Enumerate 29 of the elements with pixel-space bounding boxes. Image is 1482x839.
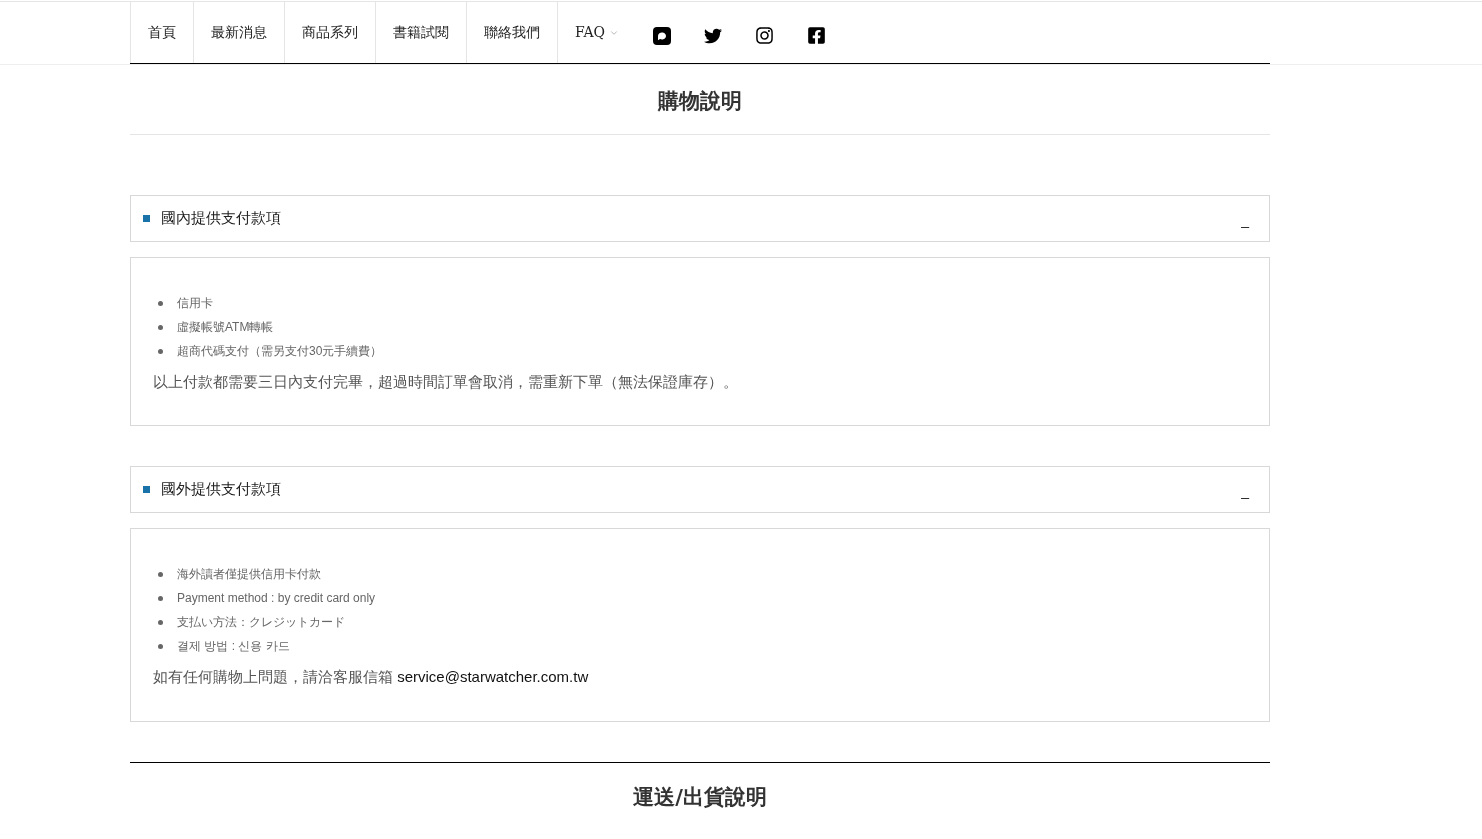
nav-link[interactable]: FAQ (557, 2, 637, 63)
chat-bubble-icon[interactable] (653, 26, 672, 45)
nav-link[interactable]: 書籍試閱 (375, 2, 466, 63)
facebook-icon[interactable] (807, 26, 827, 45)
section-heading: 運送/出貨說明 (632, 782, 768, 811)
list-item: 信用卡 (177, 294, 213, 312)
nav-link[interactable]: 聯絡我們 (466, 2, 557, 63)
list-item: Payment method : by credit card only (177, 590, 376, 607)
section-title: 國外提供支付款項 (161, 479, 281, 500)
list-item: 超商代碼支付（需另支付30元手續費） (177, 342, 383, 360)
list-item: 결제 방법 : 신용 카드 (177, 638, 290, 655)
bullet-square-icon (143, 486, 150, 493)
camera-icon[interactable] (755, 26, 775, 45)
list-item: 支払い方法：クレジットカード (177, 614, 345, 631)
bullet-square-icon (143, 214, 150, 222)
nav-link[interactable]: 首頁 (130, 2, 193, 63)
twitter-bird-icon[interactable] (704, 26, 723, 45)
list-item: 虛擬帳號ATM轉帳 (177, 318, 274, 336)
accordion-header[interactable]: 國內提供支付款項 _ (130, 194, 1270, 242)
section-title: 國內提供支付款項 (161, 207, 281, 228)
note-text: 以上付款都需要三日內支付完畢，超過時間訂單會取消，需重新下單（無法保證庫存）。 (153, 371, 739, 392)
nav-link[interactable]: 商品系列 (284, 2, 375, 63)
page-title: 購物說明 (130, 65, 1270, 135)
collapse-toggle[interactable]: _ (1241, 481, 1249, 502)
collapse-toggle[interactable]: _ (1241, 209, 1249, 231)
list-item: 海外讀者僅提供信用卡付款 (177, 566, 321, 583)
nav-link[interactable]: 最新消息 (193, 2, 284, 63)
note-text: 如有任何購物上問題，請洽客服信箱 service@starwatcher.com.tw (153, 667, 590, 687)
accordion-header[interactable]: 國外提供支付款項 _ (130, 466, 1270, 513)
